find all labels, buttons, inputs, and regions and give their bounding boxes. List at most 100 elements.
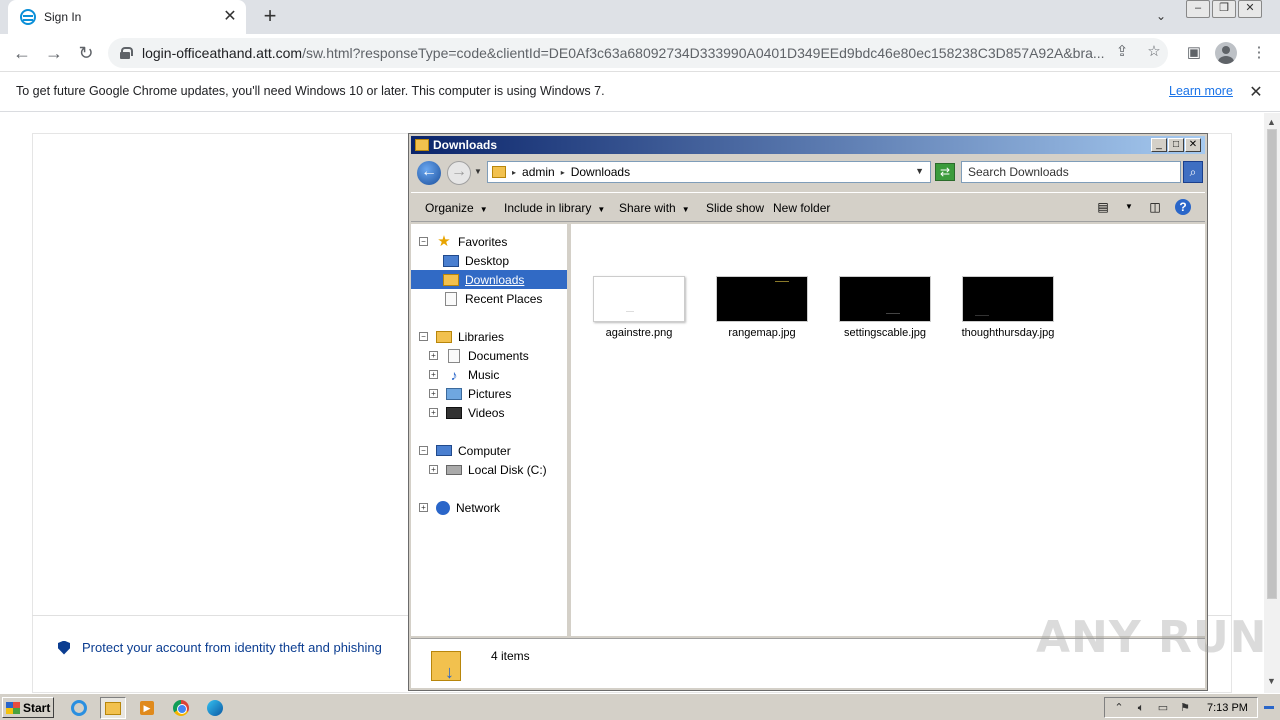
collapse-icon[interactable]: −: [419, 332, 428, 341]
breadcrumb-separator-icon[interactable]: ▸: [512, 168, 516, 177]
downloads-folder-icon: [443, 273, 459, 286]
file-explorer-icon: [105, 701, 121, 715]
profile-avatar[interactable]: [1215, 42, 1237, 64]
explorer-back-icon[interactable]: ←: [417, 161, 441, 185]
expand-icon[interactable]: +: [429, 351, 438, 360]
taskbar: Start ▶ ⌃ 🔈︎ ▭ ⚑ 7:13 PM ▬: [0, 693, 1280, 720]
nav-documents[interactable]: + Documents: [429, 346, 529, 365]
tab-search-chevron-icon[interactable]: ⌄: [1152, 9, 1170, 25]
explorer-window: Downloads _ □ ✕ ← → ▼ ▸ admin ▸ Download…: [408, 133, 1208, 691]
start-button[interactable]: Start: [2, 697, 54, 718]
new-folder-button[interactable]: New folder: [773, 201, 830, 215]
show-hidden-icons-icon[interactable]: ⌃: [1111, 701, 1127, 715]
more-menu-icon[interactable]: ⋮: [1249, 43, 1269, 63]
restore-button[interactable]: ❐: [1212, 0, 1236, 18]
tab-title: Sign In: [44, 10, 82, 24]
view-dropdown-icon[interactable]: ▼: [1121, 199, 1137, 215]
nav-local-disk[interactable]: + Local Disk (C:): [429, 460, 547, 479]
taskbar-file-explorer[interactable]: [100, 697, 126, 719]
expand-icon[interactable]: +: [419, 503, 428, 512]
slide-show-button[interactable]: Slide show: [706, 201, 764, 215]
address-dropdown-icon[interactable]: ▼: [915, 166, 924, 176]
history-dropdown-icon[interactable]: ▼: [474, 167, 482, 176]
explorer-close-button[interactable]: ✕: [1185, 138, 1201, 152]
nav-pictures[interactable]: + Pictures: [429, 384, 511, 403]
nav-recent-places[interactable]: Recent Places: [443, 289, 542, 308]
breadcrumb-admin[interactable]: admin: [522, 165, 555, 179]
nav-favorites[interactable]: − ★ Favorites: [419, 232, 507, 251]
explorer-refresh-icon[interactable]: ⇄: [935, 163, 955, 181]
collapse-icon[interactable]: −: [419, 237, 428, 246]
expand-icon[interactable]: +: [429, 408, 438, 417]
nav-music[interactable]: + ♪ Music: [429, 365, 499, 384]
nav-libraries[interactable]: − Libraries: [419, 327, 504, 346]
search-downloads-input[interactable]: Search Downloads: [961, 161, 1181, 183]
file-name: settingscable.jpg: [844, 327, 926, 339]
taskbar-media-player[interactable]: ▶: [134, 697, 160, 719]
show-desktop-icon[interactable]: ▬: [1262, 698, 1276, 716]
reload-icon[interactable]: ↻: [74, 41, 98, 65]
explorer-titlebar[interactable]: Downloads _ □ ✕: [411, 136, 1205, 154]
action-center-flag-icon[interactable]: ⚑: [1177, 701, 1193, 715]
include-in-library-menu[interactable]: Include in library ▼: [504, 201, 605, 215]
navigation-pane: − ★ Favorites Desktop Downloads Recent P…: [411, 224, 569, 636]
nav-desktop[interactable]: Desktop: [443, 251, 509, 270]
volume-icon[interactable]: 🔈︎: [1133, 701, 1149, 715]
file-name: thoughthursday.jpg: [961, 327, 1055, 339]
network-icon: [436, 500, 450, 515]
close-window-button[interactable]: ✕: [1238, 0, 1262, 18]
network-tray-icon[interactable]: ▭: [1155, 701, 1171, 715]
explorer-minimize-button[interactable]: _: [1151, 138, 1167, 152]
scroll-up-icon[interactable]: ▲: [1267, 117, 1276, 127]
minimize-button[interactable]: –: [1186, 0, 1210, 18]
file-item[interactable]: rangemap.jpg: [712, 276, 812, 340]
search-icon[interactable]: ⌕: [1183, 161, 1203, 183]
organize-menu[interactable]: Organize ▼: [425, 201, 488, 215]
preview-pane-icon[interactable]: ◫: [1147, 199, 1163, 215]
scrollbar-thumb[interactable]: [1267, 129, 1277, 599]
explorer-maximize-button[interactable]: □: [1168, 138, 1184, 152]
collapse-icon[interactable]: −: [419, 446, 428, 455]
share-with-menu[interactable]: Share with ▼: [619, 201, 690, 215]
expand-icon[interactable]: +: [429, 370, 438, 379]
side-panel-icon[interactable]: ▣: [1184, 43, 1204, 63]
file-item[interactable]: thoughthursday.jpg: [958, 276, 1058, 340]
protect-account-notice[interactable]: Protect your account from identity theft…: [58, 640, 382, 655]
file-thumbnail: [962, 276, 1054, 322]
new-tab-button[interactable]: +: [258, 5, 282, 29]
change-view-icon[interactable]: ▤: [1095, 199, 1111, 215]
nav-computer[interactable]: − Computer: [419, 441, 511, 460]
videos-icon: [446, 406, 462, 419]
nav-videos-label: Videos: [468, 405, 505, 420]
breadcrumb-downloads[interactable]: Downloads: [571, 165, 630, 179]
learn-more-link[interactable]: Learn more: [1169, 84, 1233, 98]
pictures-icon: [446, 387, 462, 400]
share-icon[interactable]: ⇪: [1113, 43, 1131, 61]
taskbar-internet-explorer[interactable]: [66, 697, 92, 719]
lock-icon[interactable]: [120, 47, 133, 59]
nav-videos[interactable]: + Videos: [429, 403, 504, 422]
file-item[interactable]: settingscable.jpg: [835, 276, 935, 340]
scroll-down-icon[interactable]: ▼: [1267, 676, 1276, 686]
back-arrow-icon[interactable]: ←: [10, 41, 34, 65]
nav-network[interactable]: + Network: [419, 498, 500, 517]
file-item[interactable]: againstre.png: [589, 276, 689, 340]
omnibox[interactable]: login-officeathand.att.com /sw.html?resp…: [108, 38, 1168, 68]
nav-downloads[interactable]: Downloads: [411, 270, 567, 289]
infobar-close-icon[interactable]: ✕: [1248, 82, 1264, 102]
help-icon[interactable]: ?: [1175, 199, 1191, 215]
tab-close-icon[interactable]: ✕: [220, 7, 240, 27]
page-scrollbar[interactable]: ▲ ▼: [1264, 113, 1280, 693]
tab-sign-in[interactable]: Sign In ✕: [8, 0, 246, 34]
taskbar-edge[interactable]: [202, 697, 228, 719]
explorer-forward-icon[interactable]: →: [447, 161, 471, 185]
bookmark-star-icon[interactable]: ☆: [1145, 43, 1163, 61]
expand-icon[interactable]: +: [429, 389, 438, 398]
explorer-address-box[interactable]: ▸ admin ▸ Downloads ▼: [487, 161, 931, 183]
clock[interactable]: 7:13 PM: [1207, 702, 1248, 714]
expand-icon[interactable]: +: [429, 465, 438, 474]
taskbar-chrome[interactable]: [168, 697, 194, 719]
system-tray: ⌃ 🔈︎ ▭ ⚑ 7:13 PM: [1104, 697, 1258, 718]
breadcrumb-separator-icon[interactable]: ▸: [561, 168, 565, 177]
forward-arrow-icon[interactable]: →: [42, 41, 66, 65]
